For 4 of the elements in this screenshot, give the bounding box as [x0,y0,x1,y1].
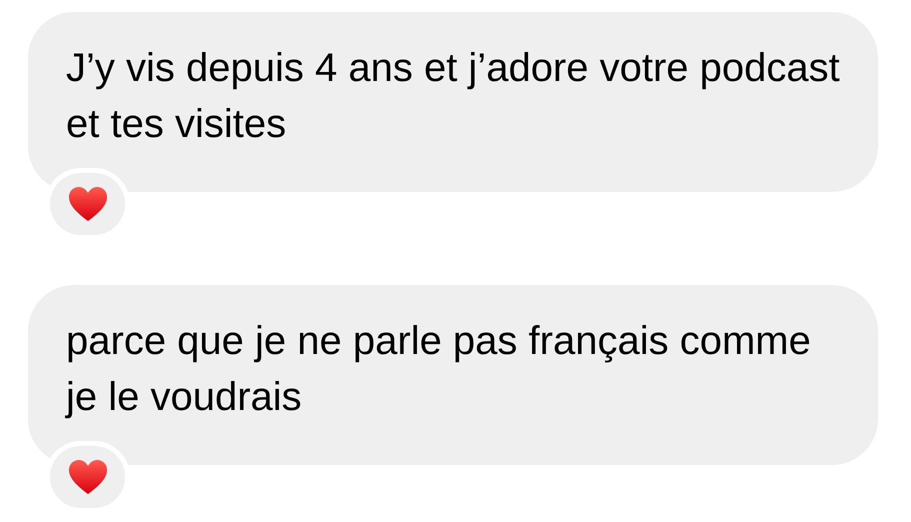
heart-icon [68,459,108,495]
message-bubble: parce que je ne parle pas français comme je le voudrais [28,285,878,465]
heart-icon [68,186,108,222]
message-bubble: J’y vis depuis 4 ans et j’adore votre podcast et tes visites [28,12,878,192]
